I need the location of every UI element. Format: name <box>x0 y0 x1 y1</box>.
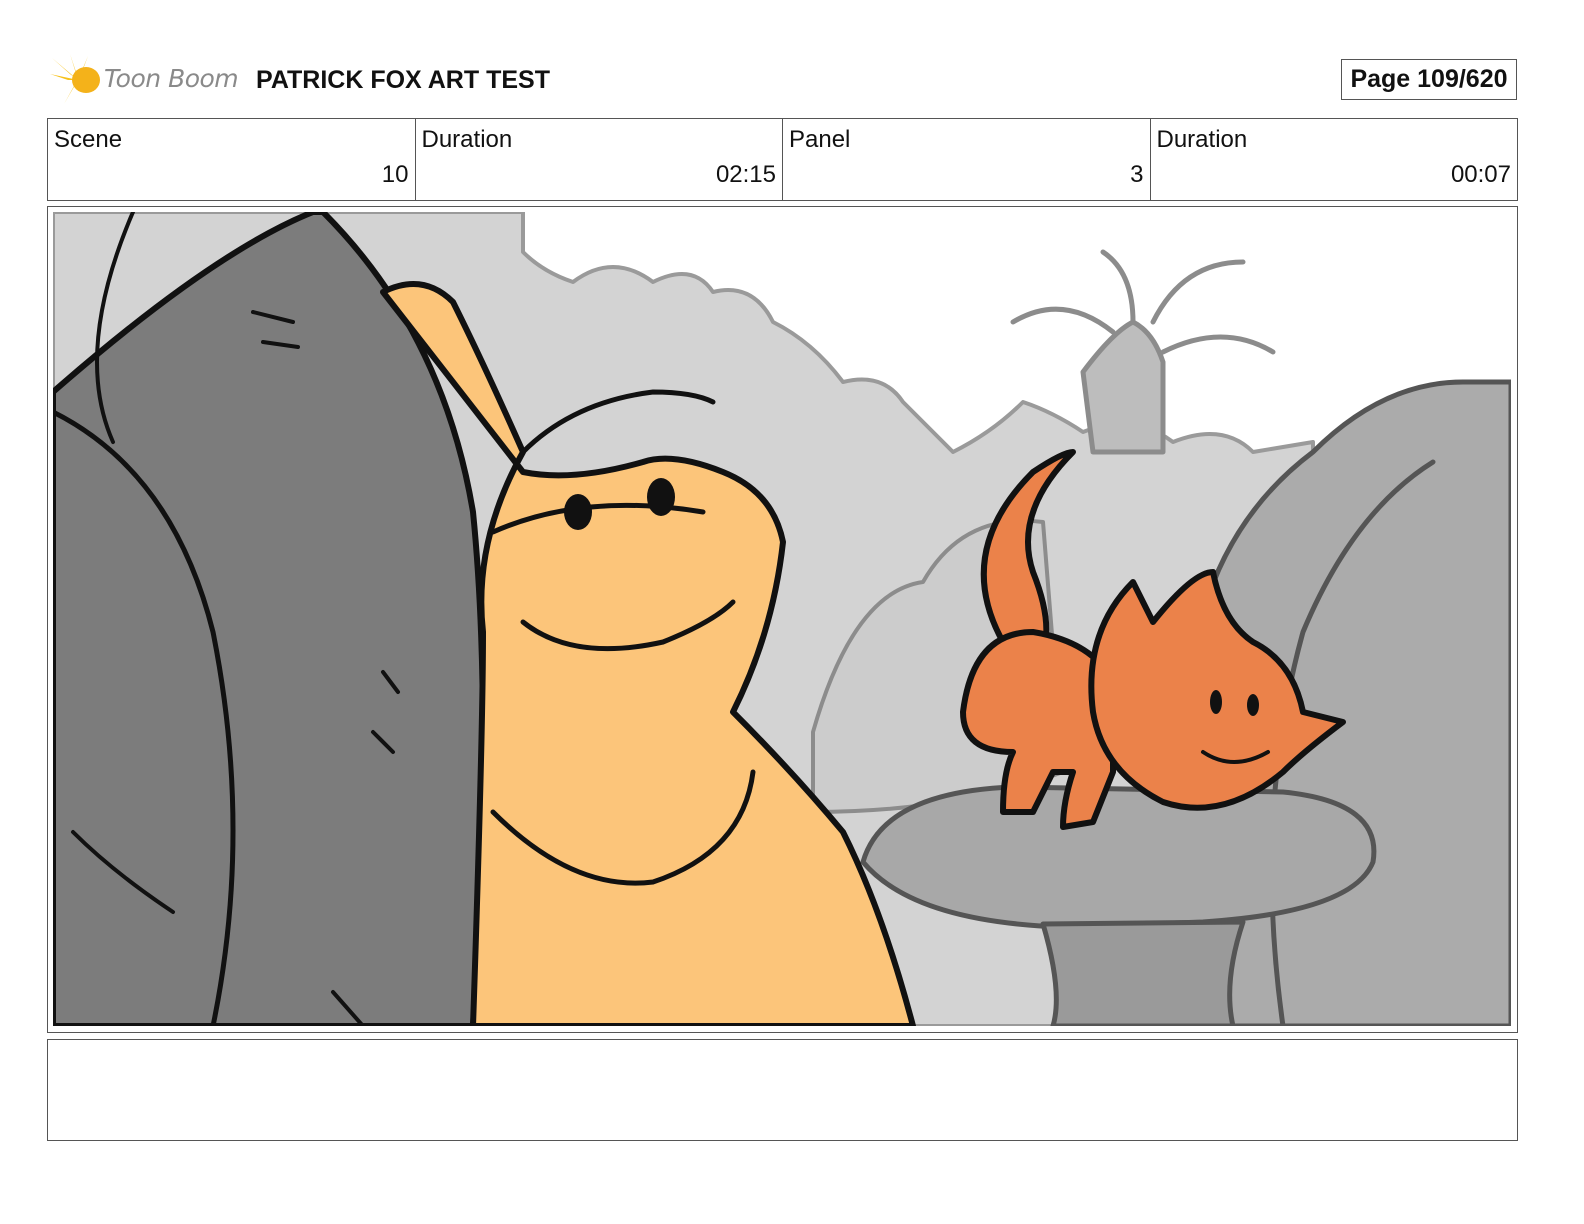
toon-boom-logo: Toon Boom <box>48 52 240 108</box>
project-title: PATRICK FOX ART TEST <box>256 66 550 94</box>
panel-duration-value: 00:07 <box>1450 161 1511 188</box>
scene-value: 10 <box>381 161 409 188</box>
rock-table <box>860 784 1377 930</box>
panel-drawing <box>53 212 1511 1026</box>
panel-cell: Panel 3 <box>783 119 1151 200</box>
panel-duration-cell: Duration 00:07 <box>1151 119 1518 200</box>
scene-duration-label: Duration <box>421 126 513 153</box>
panel-label: Panel <box>789 126 851 153</box>
panel-value: 3 <box>1130 161 1144 188</box>
page-indicator: Page 109/620 <box>1341 59 1517 100</box>
panel-duration-label: Duration <box>1156 126 1248 153</box>
scene-duration-value: 02:15 <box>715 161 776 188</box>
panel-notes <box>47 1039 1518 1141</box>
scene-label: Scene <box>54 126 123 153</box>
logo-text: Toon Boom <box>104 64 239 93</box>
storyboard-panel <box>47 206 1518 1033</box>
scene-duration-cell: Duration 02:15 <box>416 119 783 200</box>
scene-cell: Scene 10 <box>48 119 416 200</box>
sunburst-icon <box>50 54 100 104</box>
info-row: Scene 10 Duration 02:15 Panel 3 Duration… <box>47 118 1518 201</box>
